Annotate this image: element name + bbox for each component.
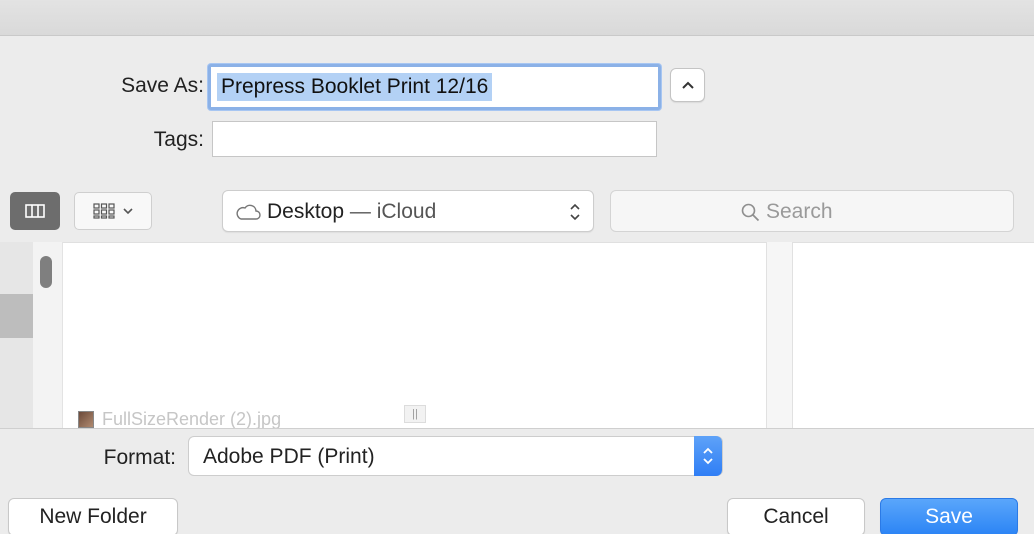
preview-column-divider[interactable] — [766, 242, 793, 428]
search-placeholder: Search — [766, 200, 833, 223]
file-list-item[interactable]: FullSizeRender (2).jpg — [78, 411, 281, 428]
up-down-arrows-icon — [570, 203, 580, 221]
column-resize-handle[interactable]: || — [404, 405, 426, 423]
save-as-field[interactable]: Prepress Booklet Print 12/16 — [208, 64, 661, 110]
file-browser[interactable] — [0, 242, 1034, 428]
new-folder-button[interactable]: New Folder — [8, 498, 178, 534]
format-stepper[interactable] — [694, 436, 722, 476]
up-down-arrows-icon — [703, 447, 713, 465]
location-separator: — — [344, 200, 377, 223]
file-name: FullSizeRender (2).jpg — [102, 411, 282, 428]
location-popup[interactable]: Desktop — iCloud — [222, 190, 594, 232]
icon-view-menu-button[interactable] — [74, 192, 152, 230]
tags-field[interactable] — [212, 121, 657, 157]
format-popup[interactable]: Adobe PDF (Print) — [188, 436, 723, 476]
scrollbar-thumb[interactable] — [40, 256, 52, 288]
location-text: Desktop — iCloud — [267, 200, 436, 224]
column-view-button[interactable] — [10, 192, 60, 230]
save-as-value[interactable]: Prepress Booklet Print 12/16 — [217, 73, 493, 101]
cancel-button[interactable]: Cancel — [727, 498, 865, 534]
save-button[interactable]: Save — [880, 498, 1018, 534]
save-as-label: Save As: — [121, 74, 204, 97]
column-view-icon — [25, 204, 45, 218]
icon-grid-icon — [93, 203, 115, 219]
location-name: Desktop — [267, 200, 345, 223]
collapse-dialog-button[interactable] — [670, 68, 705, 102]
format-label: Format: — [103, 446, 176, 469]
image-thumbnail-icon — [78, 411, 94, 428]
search-field[interactable]: Search — [610, 190, 1014, 232]
search-icon — [741, 203, 760, 221]
chevron-down-icon — [123, 207, 133, 214]
title-bar — [0, 0, 1034, 36]
tags-label: Tags: — [153, 128, 204, 151]
cloud-icon — [236, 204, 261, 220]
location-service: iCloud — [376, 200, 437, 223]
chevron-up-icon — [681, 81, 694, 89]
format-value: Adobe PDF (Print) — [203, 445, 375, 468]
sidebar-selected-item[interactable] — [0, 294, 33, 338]
